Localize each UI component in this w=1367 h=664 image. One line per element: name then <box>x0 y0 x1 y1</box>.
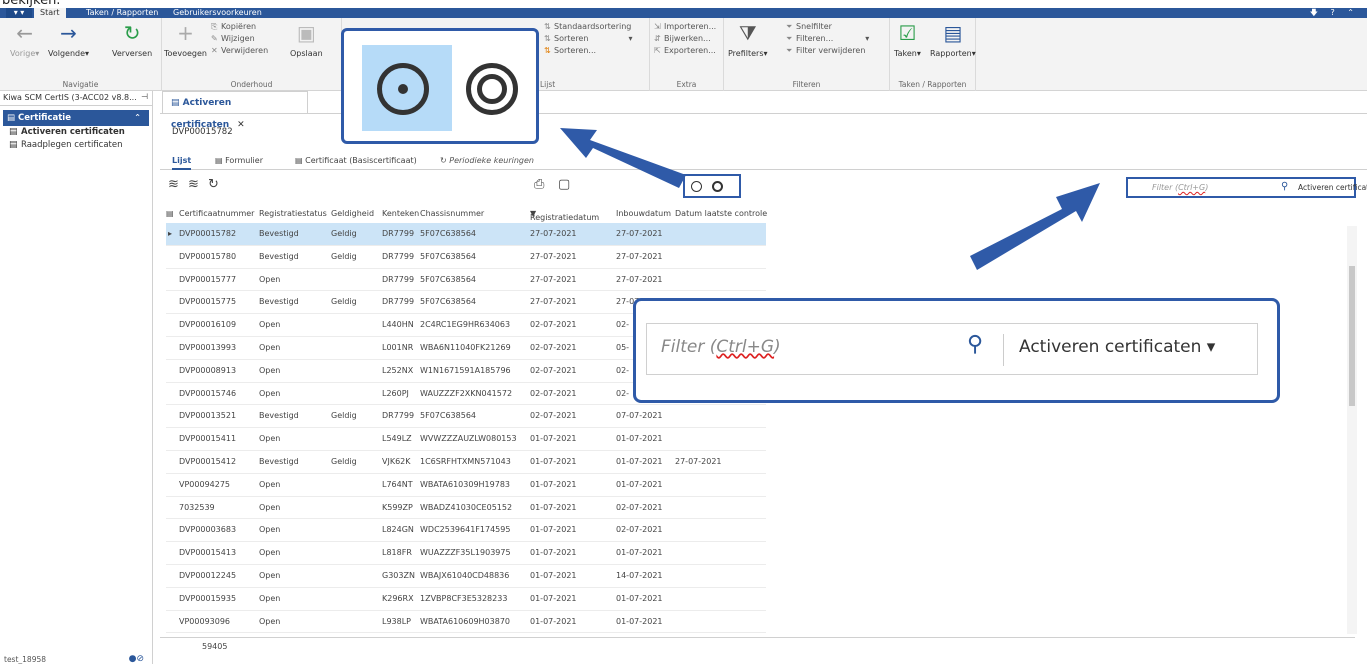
arrow-to-icons <box>560 128 686 188</box>
annotation-arrows <box>560 128 1100 270</box>
arrow-to-filter <box>970 183 1100 270</box>
